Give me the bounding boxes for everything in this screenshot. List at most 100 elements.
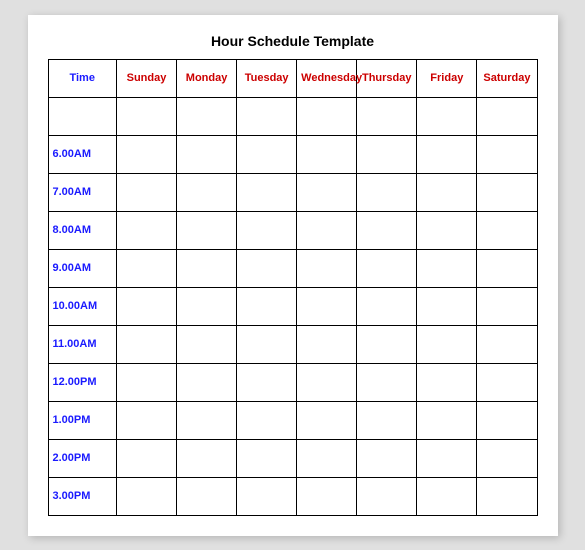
header-thursday: Thursday bbox=[357, 59, 417, 97]
schedule-cell[interactable] bbox=[477, 401, 537, 439]
header-row: Time Sunday Monday Tuesday Wednesday Thu… bbox=[48, 59, 537, 97]
schedule-cell[interactable] bbox=[417, 325, 477, 363]
schedule-cell[interactable] bbox=[417, 363, 477, 401]
schedule-cell[interactable] bbox=[297, 249, 357, 287]
schedule-cell[interactable] bbox=[237, 249, 297, 287]
schedule-cell[interactable] bbox=[357, 439, 417, 477]
schedule-cell[interactable] bbox=[237, 173, 297, 211]
schedule-cell[interactable] bbox=[297, 401, 357, 439]
schedule-cell[interactable] bbox=[177, 173, 237, 211]
header-saturday: Saturday bbox=[477, 59, 537, 97]
schedule-cell[interactable] bbox=[237, 401, 297, 439]
schedule-cell[interactable] bbox=[237, 211, 297, 249]
schedule-cell[interactable] bbox=[477, 249, 537, 287]
schedule-cell[interactable] bbox=[177, 363, 237, 401]
schedule-cell[interactable] bbox=[237, 97, 297, 135]
schedule-cell[interactable] bbox=[116, 287, 176, 325]
schedule-cell[interactable] bbox=[357, 477, 417, 515]
table-row: 9.00AM bbox=[48, 249, 537, 287]
header-sunday: Sunday bbox=[116, 59, 176, 97]
schedule-cell[interactable] bbox=[177, 325, 237, 363]
schedule-cell[interactable] bbox=[417, 401, 477, 439]
schedule-cell[interactable] bbox=[237, 325, 297, 363]
schedule-cell[interactable] bbox=[477, 325, 537, 363]
time-cell: 9.00AM bbox=[48, 249, 116, 287]
schedule-cell[interactable] bbox=[297, 135, 357, 173]
time-cell: 6.00AM bbox=[48, 135, 116, 173]
schedule-cell[interactable] bbox=[357, 211, 417, 249]
schedule-cell[interactable] bbox=[357, 135, 417, 173]
header-wednesday: Wednesday bbox=[297, 59, 357, 97]
schedule-cell[interactable] bbox=[177, 211, 237, 249]
schedule-cell[interactable] bbox=[297, 477, 357, 515]
table-row: 11.00AM bbox=[48, 325, 537, 363]
schedule-cell[interactable] bbox=[417, 135, 477, 173]
schedule-cell[interactable] bbox=[357, 97, 417, 135]
header-monday: Monday bbox=[177, 59, 237, 97]
schedule-cell[interactable] bbox=[237, 439, 297, 477]
time-cell: 7.00AM bbox=[48, 173, 116, 211]
table-row: 3.00PM bbox=[48, 477, 537, 515]
schedule-cell[interactable] bbox=[477, 211, 537, 249]
schedule-cell[interactable] bbox=[297, 97, 357, 135]
schedule-cell[interactable] bbox=[477, 173, 537, 211]
schedule-cell[interactable] bbox=[177, 401, 237, 439]
schedule-cell[interactable] bbox=[357, 287, 417, 325]
schedule-cell[interactable] bbox=[116, 173, 176, 211]
schedule-cell[interactable] bbox=[116, 211, 176, 249]
schedule-cell[interactable] bbox=[116, 325, 176, 363]
schedule-cell[interactable] bbox=[177, 287, 237, 325]
schedule-cell[interactable] bbox=[477, 97, 537, 135]
table-row: 8.00AM bbox=[48, 211, 537, 249]
schedule-cell[interactable] bbox=[477, 135, 537, 173]
schedule-cell[interactable] bbox=[297, 363, 357, 401]
schedule-cell[interactable] bbox=[477, 363, 537, 401]
schedule-cell[interactable] bbox=[417, 287, 477, 325]
time-cell bbox=[48, 97, 116, 135]
schedule-cell[interactable] bbox=[477, 439, 537, 477]
time-cell: 8.00AM bbox=[48, 211, 116, 249]
schedule-cell[interactable] bbox=[357, 325, 417, 363]
schedule-cell[interactable] bbox=[116, 439, 176, 477]
schedule-cell[interactable] bbox=[477, 287, 537, 325]
schedule-cell[interactable] bbox=[417, 173, 477, 211]
schedule-cell[interactable] bbox=[237, 135, 297, 173]
schedule-cell[interactable] bbox=[177, 97, 237, 135]
table-row: 1.00PM bbox=[48, 401, 537, 439]
schedule-cell[interactable] bbox=[177, 439, 237, 477]
schedule-cell[interactable] bbox=[116, 249, 176, 287]
schedule-cell[interactable] bbox=[417, 97, 477, 135]
schedule-cell[interactable] bbox=[357, 249, 417, 287]
schedule-cell[interactable] bbox=[297, 325, 357, 363]
time-cell: 12.00PM bbox=[48, 363, 116, 401]
schedule-cell[interactable] bbox=[417, 477, 477, 515]
schedule-cell[interactable] bbox=[357, 401, 417, 439]
schedule-cell[interactable] bbox=[177, 249, 237, 287]
schedule-cell[interactable] bbox=[417, 249, 477, 287]
header-tuesday: Tuesday bbox=[237, 59, 297, 97]
schedule-cell[interactable] bbox=[417, 211, 477, 249]
table-row: 2.00PM bbox=[48, 439, 537, 477]
schedule-cell[interactable] bbox=[116, 363, 176, 401]
table-row: 12.00PM bbox=[48, 363, 537, 401]
page-title: Hour Schedule Template bbox=[48, 33, 538, 49]
schedule-cell[interactable] bbox=[237, 477, 297, 515]
header-time: Time bbox=[48, 59, 116, 97]
schedule-cell[interactable] bbox=[477, 477, 537, 515]
schedule-cell[interactable] bbox=[357, 173, 417, 211]
schedule-cell[interactable] bbox=[417, 439, 477, 477]
schedule-cell[interactable] bbox=[237, 363, 297, 401]
table-row: 6.00AM bbox=[48, 135, 537, 173]
schedule-cell[interactable] bbox=[297, 439, 357, 477]
schedule-cell[interactable] bbox=[297, 211, 357, 249]
schedule-cell[interactable] bbox=[237, 287, 297, 325]
schedule-cell[interactable] bbox=[116, 477, 176, 515]
schedule-cell[interactable] bbox=[116, 401, 176, 439]
schedule-cell[interactable] bbox=[297, 287, 357, 325]
schedule-cell[interactable] bbox=[297, 173, 357, 211]
schedule-cell[interactable] bbox=[357, 363, 417, 401]
schedule-cell[interactable] bbox=[177, 477, 237, 515]
schedule-cell[interactable] bbox=[116, 97, 176, 135]
schedule-cell[interactable] bbox=[177, 135, 237, 173]
schedule-cell[interactable] bbox=[116, 135, 176, 173]
